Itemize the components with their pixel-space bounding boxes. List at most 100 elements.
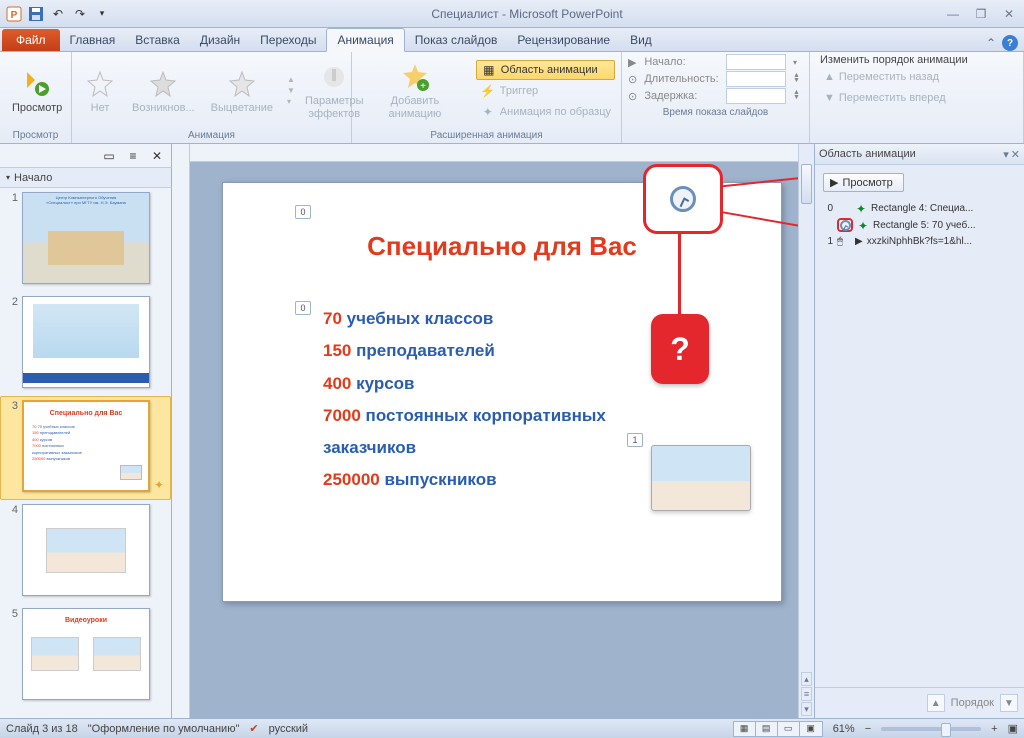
thumb-preview <box>22 296 150 388</box>
svg-text:+: + <box>420 81 426 92</box>
add-animation-button[interactable]: + Добавить анимацию <box>358 59 472 121</box>
quick-access-toolbar: P ↶ ↷ ▾ <box>4 4 112 24</box>
duration-icon: ⊙ <box>628 73 640 86</box>
gallery-spinner[interactable]: ▲▼▾ <box>287 75 295 106</box>
tab-design[interactable]: Дизайн <box>190 29 250 51</box>
start-input[interactable] <box>726 54 786 70</box>
effect-none[interactable]: Нет <box>78 66 122 116</box>
move-earlier-button[interactable]: ▲Переместить назад <box>820 67 1013 87</box>
window-title: Специалист - Microsoft PowerPoint <box>112 7 942 21</box>
slide[interactable]: Специально для Вас 70 учебных классов 15… <box>222 182 782 602</box>
thumbnails-wrapper: ▭ ≡ ✕ ▾Начало 1 Центр Компьютерного Обуч… <box>0 144 172 718</box>
slide-thumb-4[interactable]: 4 <box>0 500 171 604</box>
delay-input[interactable] <box>726 88 786 104</box>
group-timing: ▶Начало:▾ ⊙Длительность:▲▼ ⊙Задержка:▲▼ … <box>622 52 810 143</box>
tab-slideshow[interactable]: Показ слайдов <box>405 29 508 51</box>
zoom-in-button[interactable]: + <box>991 723 997 735</box>
effect-fade[interactable]: Выцветание <box>205 66 279 116</box>
tab-transitions[interactable]: Переходы <box>250 29 326 51</box>
zoom-out-button[interactable]: − <box>865 723 871 735</box>
save-icon[interactable] <box>26 4 46 24</box>
animation-item[interactable]: ✦ Rectangle 5: 70 учеб... <box>823 216 1016 234</box>
close-button[interactable]: ✕ <box>998 5 1020 23</box>
move-down-button[interactable]: ▼ <box>1000 694 1018 712</box>
app-icon[interactable]: P <box>4 4 24 24</box>
clock-icon <box>670 186 696 212</box>
reading-view-button[interactable]: ▭ <box>778 722 800 736</box>
editor-scrollbar[interactable]: ▴ ≡ ▾ <box>798 144 814 718</box>
spellcheck-icon[interactable]: ✔ <box>249 722 258 735</box>
spinner-icon[interactable]: ▲▼ <box>793 74 803 84</box>
fit-window-button[interactable]: ▣ <box>1008 722 1018 735</box>
status-language[interactable]: русский <box>269 723 308 735</box>
group-reorder: Изменить порядок анимации ▲Переместить н… <box>810 52 1024 143</box>
tab-home[interactable]: Главная <box>60 29 126 51</box>
qat-customize-icon[interactable]: ▾ <box>92 4 112 24</box>
undo-icon[interactable]: ↶ <box>48 4 68 24</box>
animation-pane-body: ▶Просмотр 0 ✦ Rectangle 4: Специа... ✦ R… <box>815 165 1024 687</box>
zoom-slider[interactable] <box>881 727 981 731</box>
pane-close-icon[interactable]: ✕ <box>1011 148 1020 161</box>
group-animation: Нет Возникнов... Выцветание ▲▼▾ Параметр… <box>72 52 352 143</box>
animation-item[interactable]: 0 ✦ Rectangle 4: Специа... <box>823 200 1016 216</box>
status-bar: Слайд 3 из 18 "Оформление по умолчанию" … <box>0 718 1024 738</box>
outline-bar: ▭ ≡ ✕ <box>0 144 172 168</box>
help-icon[interactable]: ? <box>1002 35 1018 51</box>
tab-view[interactable]: Вид <box>620 29 662 51</box>
animation-painter-button[interactable]: ✦Анимация по образцу <box>476 102 615 122</box>
minimize-button[interactable]: ― <box>942 5 964 23</box>
animation-play-button[interactable]: ▶Просмотр <box>823 173 904 192</box>
slideshow-view-button[interactable]: ▣ <box>800 722 822 736</box>
tab-animation[interactable]: Анимация <box>326 28 404 52</box>
trigger-button[interactable]: ⚡Триггер <box>476 81 615 101</box>
status-slide: Слайд 3 из 18 <box>6 723 78 735</box>
scroll-thumb[interactable] <box>801 164 812 204</box>
slide-thumb-2[interactable]: 2 <box>0 292 171 396</box>
delay-icon: ⊙ <box>628 90 640 103</box>
redo-icon[interactable]: ↷ <box>70 4 90 24</box>
spinner-icon[interactable]: ▲▼ <box>793 91 803 101</box>
minimize-ribbon-icon[interactable]: ⌃ <box>986 36 996 50</box>
painter-icon: ✦ <box>480 104 496 120</box>
slides-view-icon[interactable]: ▭ <box>99 147 119 165</box>
animation-item[interactable]: 1 🖱 ▶ xxzkiNphhBk?fs=1&hl... <box>823 234 1016 249</box>
slide-thumb-1[interactable]: 1 Центр Компьютерного Обучения«Специалис… <box>0 188 171 292</box>
delay-label: Задержка: <box>644 90 721 102</box>
restore-button[interactable]: ❐ <box>970 5 992 23</box>
dropdown-icon[interactable]: ▾ <box>793 58 803 67</box>
slide-image[interactable] <box>651 445 751 511</box>
next-slide-button[interactable]: ▾ <box>801 702 812 716</box>
thumbnails-panel[interactable]: 1 Центр Компьютерного Обучения«Специалис… <box>0 188 172 718</box>
pane-dropdown-icon[interactable]: ▾ <box>1003 148 1009 161</box>
anim-tag-2[interactable]: 1 <box>627 433 643 447</box>
outline-view-icon[interactable]: ≡ <box>123 147 143 165</box>
slide-title[interactable]: Специально для Вас <box>223 231 781 262</box>
tab-insert[interactable]: Вставка <box>125 29 190 51</box>
pane-icon: ▦ <box>481 62 497 78</box>
canvas[interactable]: Специально для Вас 70 учебных классов 15… <box>190 162 814 718</box>
prev-slide-button[interactable]: ▴ <box>801 672 812 686</box>
effect-appear[interactable]: Возникнов... <box>126 66 201 116</box>
workspace: ▭ ≡ ✕ ▾Начало 1 Центр Компьютерного Обуч… <box>0 144 1024 718</box>
slide-thumb-3[interactable]: 3 Специально для Вас 70 70 учебных класс… <box>0 396 171 500</box>
sorter-view-button[interactable]: ▤ <box>756 722 778 736</box>
slide-body[interactable]: 70 учебных классов 150 преподавателей 40… <box>323 303 623 497</box>
file-tab[interactable]: Файл <box>2 29 60 51</box>
anim-tag-1[interactable]: 0 <box>295 301 311 315</box>
move-up-button[interactable]: ▲ <box>927 694 945 712</box>
normal-view-button[interactable]: ▦ <box>734 722 756 736</box>
zoom-value[interactable]: 61% <box>833 723 855 735</box>
group-label-advanced: Расширенная анимация <box>352 129 621 143</box>
slide-editor: Специально для Вас 70 учебных классов 15… <box>172 144 814 718</box>
section-header[interactable]: ▾Начало <box>0 168 172 188</box>
anim-tag-0[interactable]: 0 <box>295 205 311 219</box>
animation-pane-button[interactable]: ▦Область анимации <box>476 60 615 80</box>
move-later-button[interactable]: ▼Переместить вперед <box>820 88 1013 108</box>
tab-review[interactable]: Рецензирование <box>507 29 620 51</box>
group-advanced-animation: + Добавить анимацию ▦Область анимации ⚡Т… <box>352 52 622 143</box>
close-panel-icon[interactable]: ✕ <box>147 147 167 165</box>
nav-menu-button[interactable]: ≡ <box>801 687 812 701</box>
duration-input[interactable] <box>726 71 786 87</box>
slide-thumb-5[interactable]: 5 Видеоуроки <box>0 604 171 708</box>
preview-button[interactable]: Просмотр <box>6 66 68 116</box>
